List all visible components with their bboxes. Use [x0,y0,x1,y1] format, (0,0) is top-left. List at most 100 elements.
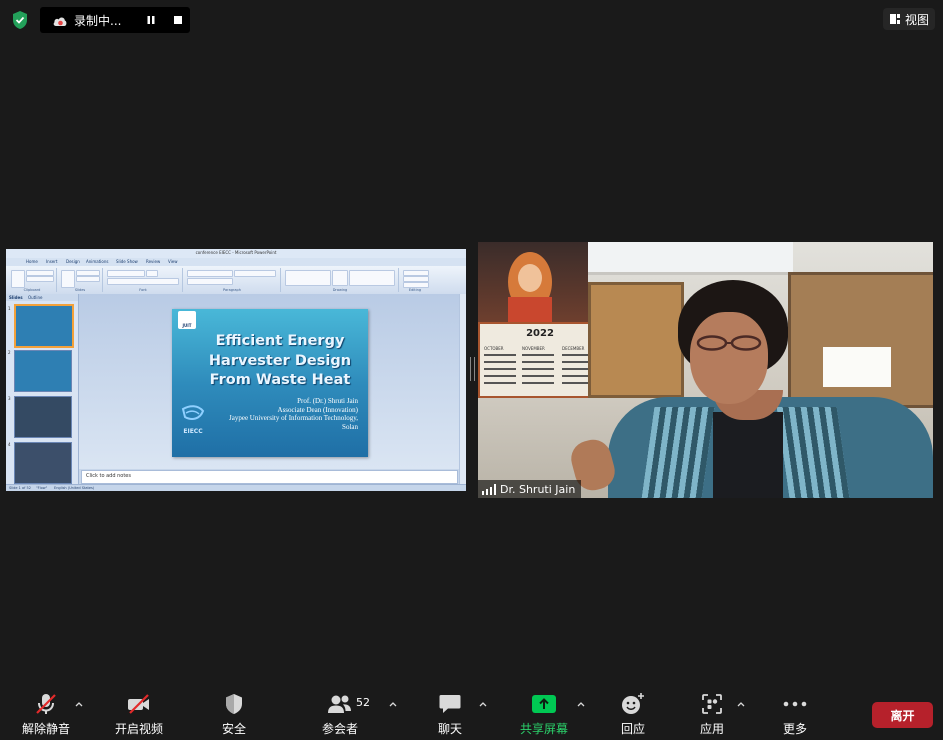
shield-icon [214,690,254,718]
chat-button[interactable]: 聊天 [420,690,480,738]
recording-indicator[interactable]: 录制中... [40,7,190,33]
apps-button[interactable]: 应用 [682,690,742,738]
calendar-month: NOVEMBER [522,346,545,351]
participant-video-tile[interactable]: 2022 OCTOBER NOVEMBER DECEMBER Dr. Shrut… [478,242,933,498]
pause-recording-icon[interactable] [144,13,158,27]
start-video-button[interactable]: 开启视频 [109,690,169,738]
video-wall-calendar: 2022 OCTOBER NOVEMBER DECEMBER [478,322,602,398]
security-shield-icon[interactable] [8,8,32,32]
ribbon-tab[interactable]: Review [146,259,160,264]
ribbon-tab[interactable]: Animations [86,259,108,264]
author-line: Solan [342,422,358,431]
smiley-plus-icon [613,690,653,718]
ribbon-group-label: Paragraph [223,288,241,292]
ribbon-group-paragraph: Paragraph [184,268,281,292]
chat-bubble-icon [430,690,470,718]
reactions-button[interactable]: 回应 [603,690,663,738]
participant-name: Dr. Shruti Jain [500,482,576,496]
eiecc-logo-icon [181,405,205,420]
share-screen-arrow-icon [524,690,564,718]
participants-icon [320,690,360,718]
eiecc-logo: EIECC [180,405,206,435]
chat-label: 聊天 [437,722,462,736]
ribbon-tab[interactable]: Insert [46,259,57,264]
slide-author-block: Prof. (Dr.) Shruti Jain Associate Dean (… [229,397,358,431]
logo-text: JUIT [182,323,192,328]
video-notice-paper [823,347,891,387]
leave-button[interactable]: 离开 [872,702,933,728]
signal-strength-icon [482,483,496,495]
calendar-month: DECEMBER [562,346,585,351]
unmute-label: 解除静音 [21,722,70,736]
recording-label: 录制中... [74,13,122,28]
notes-pane[interactable]: Click to add notes [81,470,458,484]
author-line: Prof. (Dr.) Shruti Jain [297,397,358,405]
status-theme: "Flow" [36,486,48,490]
notes-placeholder: Click to add notes [86,473,131,479]
unmute-button[interactable]: 解除静音 [16,690,76,738]
slide-title-line: From Waste Heat [209,372,351,388]
participants-options-chevron-up-icon[interactable] [388,699,398,709]
author-line: Jaypee University of Information Technol… [229,414,358,422]
microphone-muted-icon [26,690,66,718]
share-options-chevron-up-icon[interactable] [576,699,586,709]
view-button[interactable]: 视图 [882,8,935,30]
status-slide-count: Slide 1 of 52 [9,486,31,490]
calendar-month: OCTOBER [484,346,504,351]
status-language: English (United States) [54,486,95,490]
video-cork-board [588,282,684,398]
ribbon-tab[interactable]: Home [26,259,38,264]
tab-outline[interactable]: Outline [28,295,42,300]
author-line: Associate Dean (Innovation) [277,405,358,414]
slide-thumbnail[interactable] [14,442,72,484]
ribbon-tabs: Home Insert Design Animations Slide Show… [6,258,466,266]
split-view-divider[interactable] [470,357,475,381]
apps-icon [692,690,732,718]
video-glasses [696,335,762,351]
ribbon-group-clipboard: Clipboard [8,268,57,292]
more-button[interactable]: 更多 [765,690,825,738]
ribbon-group-editing: Editing [400,268,430,292]
leave-label: 离开 [890,708,915,723]
ribbon-group-label: Editing [408,288,422,292]
slide-thumbnail[interactable] [14,396,72,438]
reactions-label: 回应 [620,722,645,736]
stop-recording-icon[interactable] [171,13,185,27]
tab-slides[interactable]: Slides [9,295,23,300]
ribbon: Clipboard Slides Font Paragraph Drawing [6,266,466,295]
video-person-face [690,312,768,404]
share-screen-button[interactable]: 共享屏幕 [514,690,574,738]
audio-options-chevron-up-icon[interactable] [74,699,84,709]
slide-thumbnail[interactable] [14,350,72,392]
security-button[interactable]: 安全 [204,690,264,738]
video-scarf-right [776,407,850,498]
eiecc-label: EIECC [183,428,203,435]
ribbon-tab[interactable]: Slide Show [116,259,138,264]
share-screen-label: 共享屏幕 [519,722,568,736]
ribbon-tab[interactable]: Design [66,259,80,264]
vertical-scrollbar[interactable] [459,294,466,484]
ribbon-group-label: Font [139,288,147,292]
more-label: 更多 [782,722,807,736]
current-slide[interactable]: JUIT Efficient Energy Harvester Design F… [172,309,368,457]
chat-options-chevron-up-icon[interactable] [478,699,488,709]
left-panel-tabs: Slides Outline [6,294,78,301]
video-camera-off-icon [119,690,159,718]
thumbnail-number: 2 [8,350,11,355]
ribbon-group-drawing: Drawing [282,268,399,292]
apps-options-chevron-up-icon[interactable] [736,699,746,709]
view-label: 视图 [904,12,929,27]
slide-thumbnail-panel: Slides Outline 1 2 3 4 [6,294,79,484]
slide-title-line: Harvester Design [208,352,352,369]
slide-thumbnail[interactable] [14,304,74,348]
shared-screen[interactable]: conference EIECC - Microsoft PowerPoint … [6,249,466,491]
status-bar: Slide 1 of 52 "Flow" English (United Sta… [6,484,466,491]
calendar-year: 2022 [526,328,554,339]
apps-label: 应用 [699,722,724,736]
video-window-frame [563,242,793,275]
ribbon-group-label: Drawing [332,288,348,292]
ribbon-tab[interactable]: View [168,259,178,264]
ribbon-group-slides: Slides [58,268,103,292]
video-person-shirt [713,412,783,498]
powerpoint-title-bar: conference EIECC - Microsoft PowerPoint [6,249,466,258]
